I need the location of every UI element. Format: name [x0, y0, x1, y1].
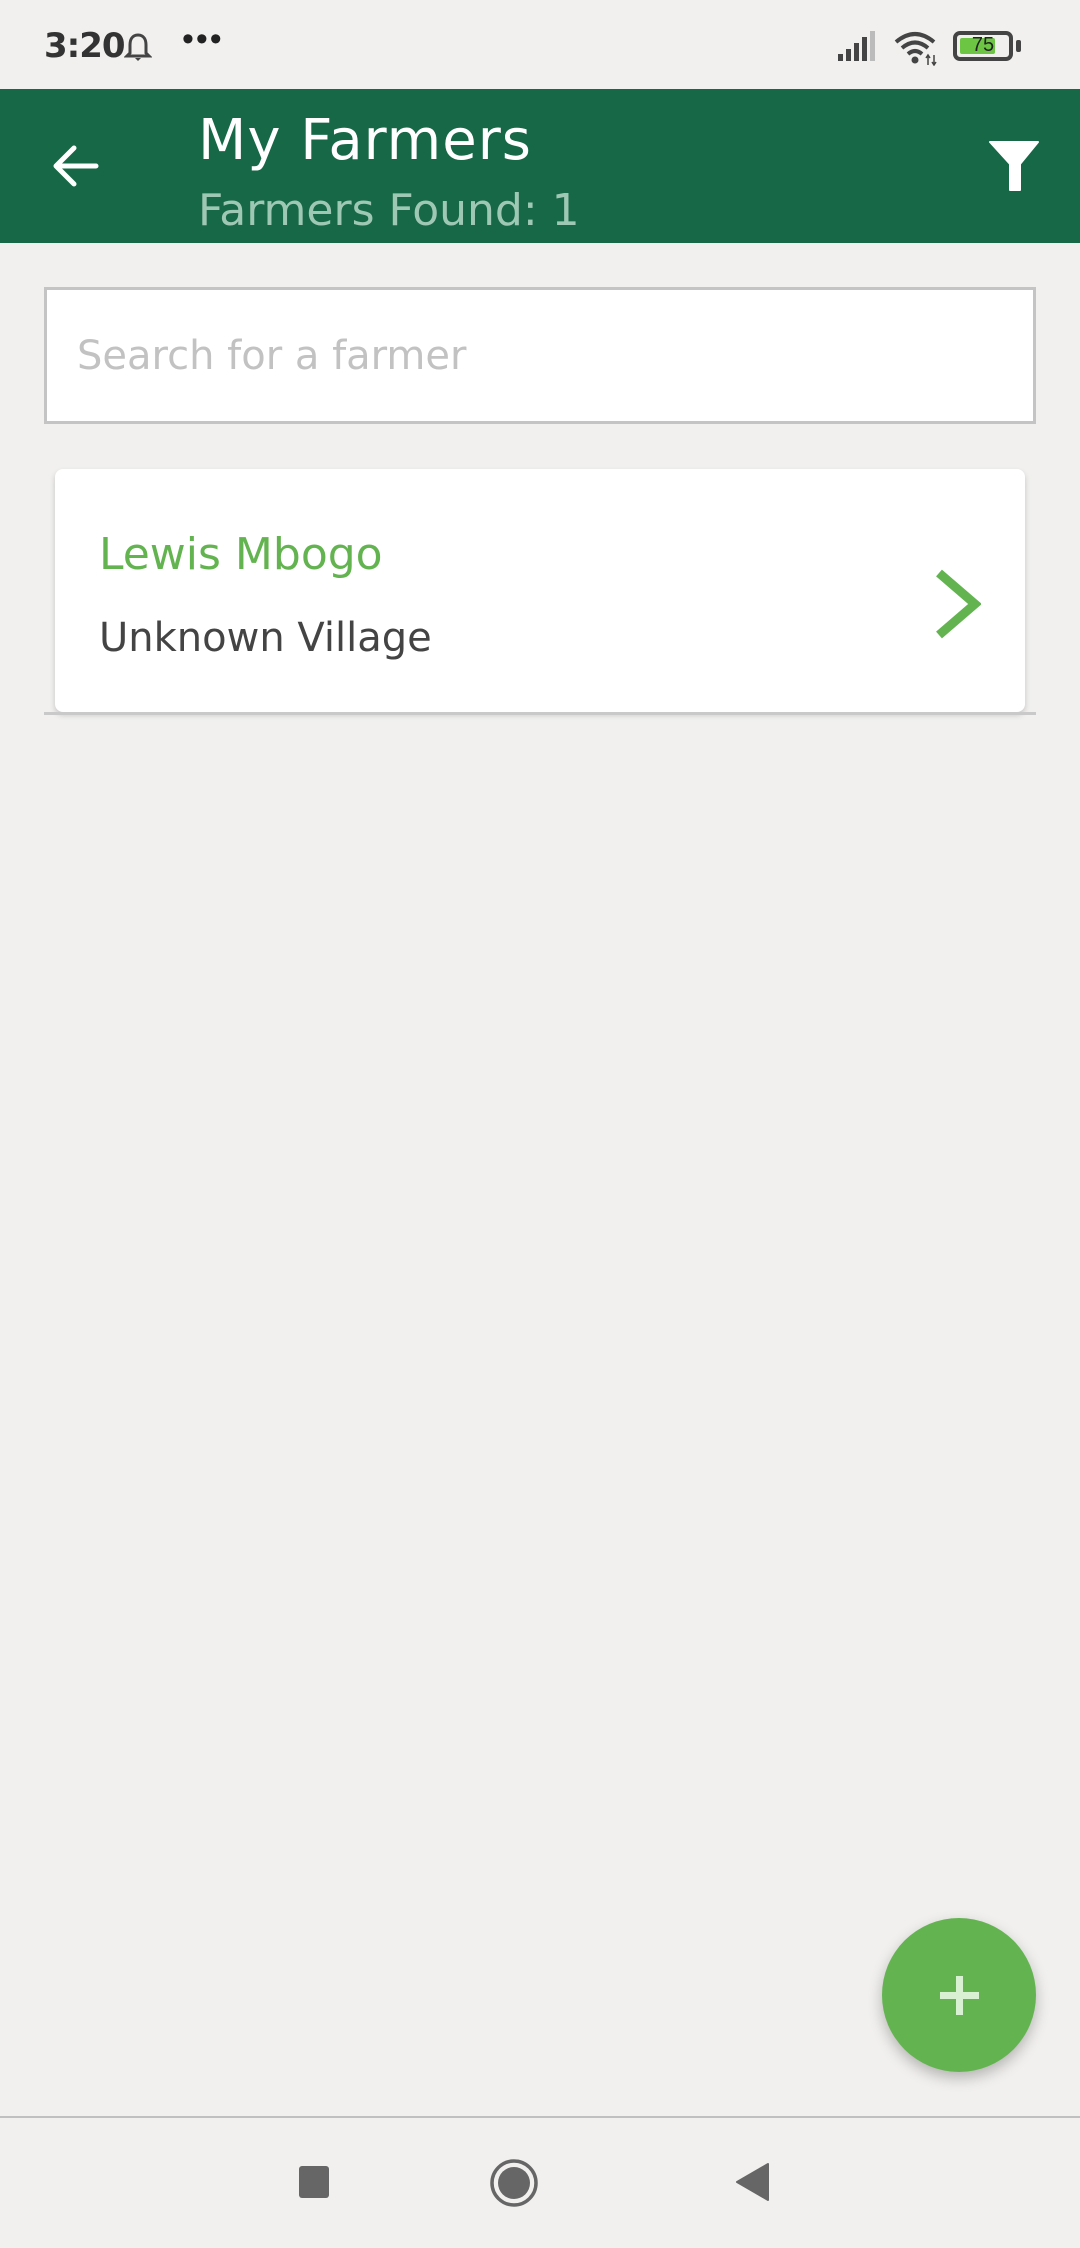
- add-farmer-button[interactable]: [882, 1918, 1036, 2072]
- battery-icon: 75: [953, 31, 1013, 61]
- filter-icon: [989, 141, 1039, 191]
- signal-icon: [838, 31, 875, 61]
- farmer-village: Unknown Village: [99, 615, 432, 661]
- wifi-icon: [894, 32, 937, 66]
- arrow-left-icon: [53, 145, 99, 187]
- recent-apps-button[interactable]: [299, 2166, 329, 2198]
- system-nav-bar: [0, 2116, 1080, 2248]
- farmer-name: Lewis Mbogo: [99, 529, 383, 580]
- farmer-list-item[interactable]: Lewis Mbogo Unknown Village: [55, 469, 1025, 712]
- farmers-found-count: Farmers Found: 1: [198, 185, 580, 236]
- status-bar: 3:20 ••• 75: [0, 0, 1080, 88]
- back-button[interactable]: [46, 136, 106, 196]
- system-back-button[interactable]: [734, 2162, 770, 2202]
- chevron-right-icon: [936, 569, 981, 639]
- filter-button[interactable]: [988, 138, 1040, 194]
- search-box: [44, 287, 1036, 424]
- battery-level: 75: [971, 34, 995, 56]
- plus-icon-vertical: [956, 1976, 963, 2015]
- list-divider: [44, 712, 1036, 715]
- home-button[interactable]: [489, 2158, 539, 2208]
- search-input[interactable]: [47, 290, 1033, 421]
- battery-tip: [1016, 40, 1021, 52]
- status-time: 3:20: [44, 26, 126, 66]
- more-notifications-icon: •••: [182, 20, 224, 58]
- bell-icon: [124, 33, 152, 61]
- page-title: My Farmers: [198, 108, 532, 173]
